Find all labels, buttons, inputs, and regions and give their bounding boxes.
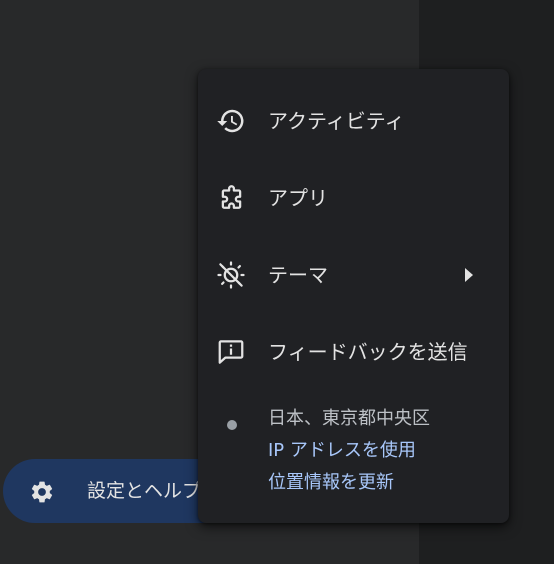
- chevron-right-icon: [465, 268, 473, 282]
- menu-item-label: テーマ: [268, 263, 328, 287]
- location-section: 日本、東京都中央区 IP アドレスを使用 位置情報を更新: [198, 403, 509, 503]
- menu-item-label: アクティビティ: [268, 109, 405, 133]
- menu-item-label: アプリ: [268, 186, 328, 210]
- extension-icon: [221, 185, 242, 209]
- menu-item-theme[interactable]: テーマ: [198, 246, 509, 302]
- location-place: 日本、東京都中央区: [268, 408, 430, 429]
- feedback-icon: [218, 340, 244, 364]
- update-location-link[interactable]: 位置情報を更新: [268, 471, 394, 495]
- use-ip-address-link[interactable]: IP アドレスを使用: [268, 439, 416, 463]
- gear-icon: [31, 481, 53, 503]
- settings-menu: アクティビティ アプリ テーマ フィードバックを送信 日本、東京都中央区 IP …: [198, 69, 509, 523]
- location-dot-icon: [227, 420, 237, 430]
- menu-item-apps[interactable]: アプリ: [198, 169, 509, 225]
- history-icon: [217, 109, 244, 133]
- settings-help-label: 設定とヘルプ: [87, 480, 202, 502]
- theme-icon: [217, 261, 245, 289]
- menu-item-feedback[interactable]: フィードバックを送信: [198, 323, 509, 379]
- menu-item-activity[interactable]: アクティビティ: [198, 92, 509, 148]
- menu-item-label: フィードバックを送信: [268, 340, 468, 364]
